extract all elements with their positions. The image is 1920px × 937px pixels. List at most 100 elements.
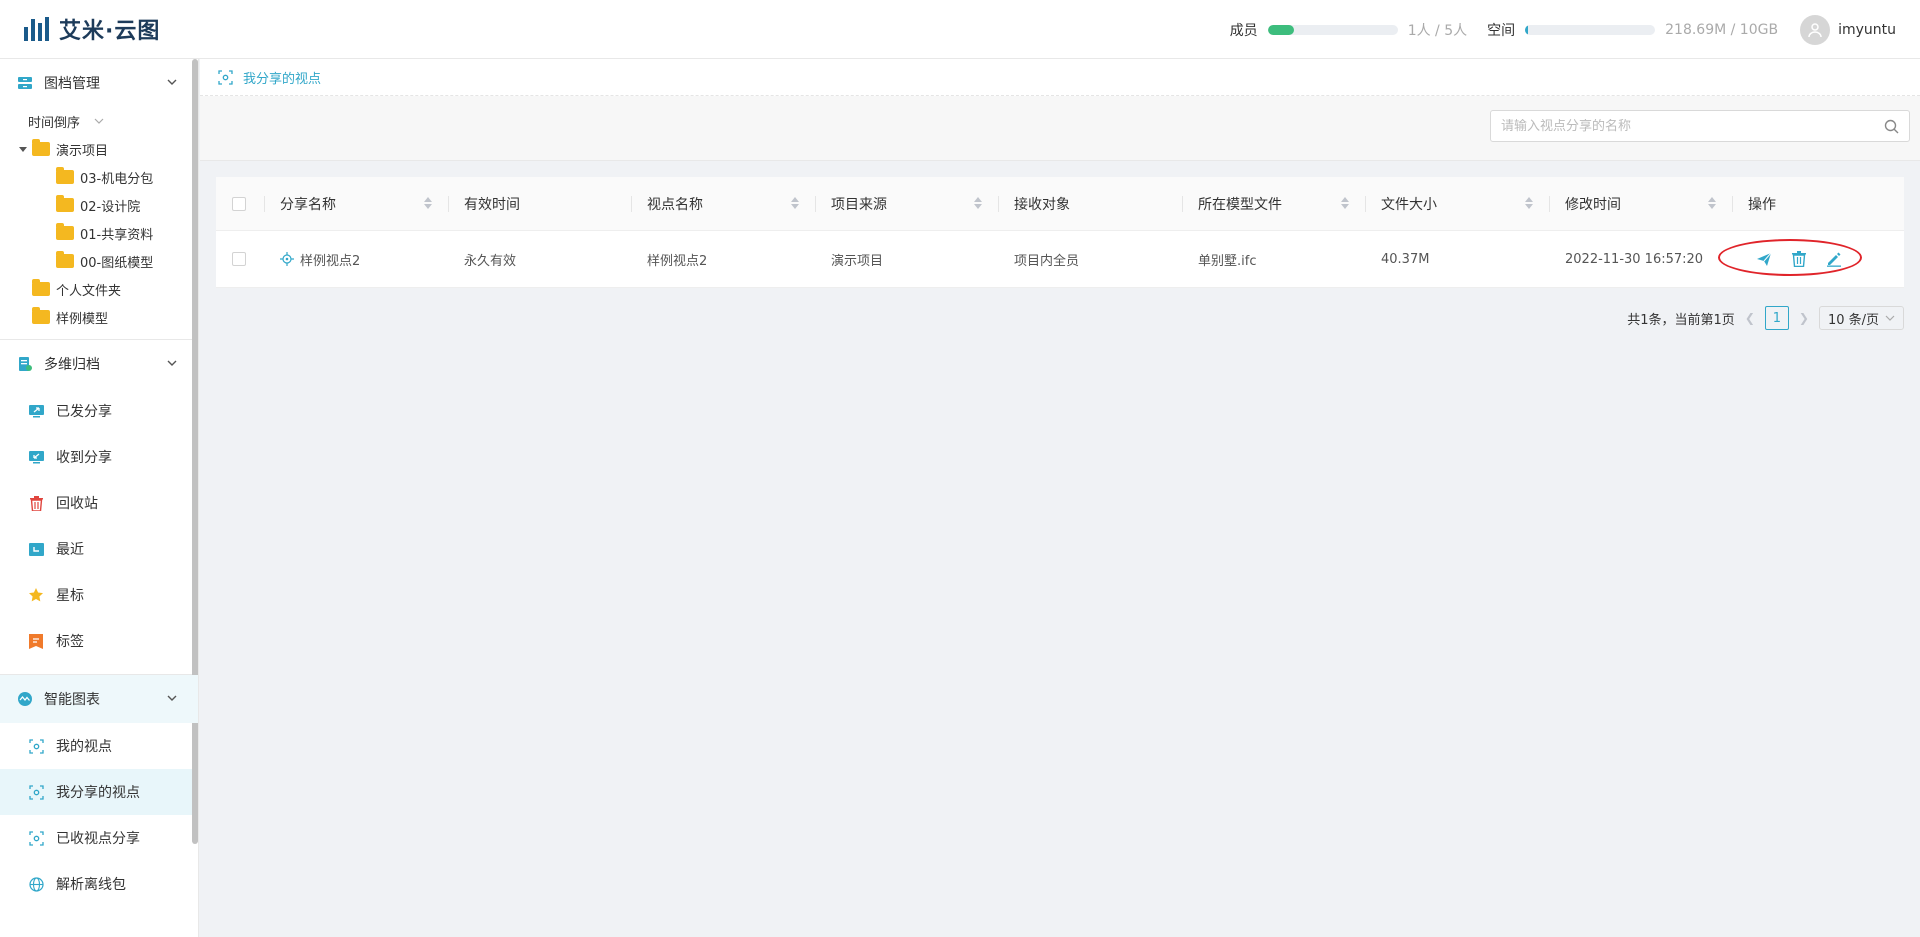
folder-icon <box>32 307 50 324</box>
top-header: 艾米·云图 成员 1人 / 5人 空间 218.69M / 10GB imyun… <box>0 0 1920 59</box>
tree-item-child[interactable]: 03-机电分包 <box>0 163 198 191</box>
chevron-down-icon <box>167 695 177 701</box>
tree-item-label: 演示项目 <box>56 143 109 159</box>
nav-item-label: 已收视点分享 <box>56 831 140 847</box>
space-progress-bar <box>1525 24 1656 35</box>
main-content: 我分享的视点 分享名称 有效时间 视点名称 项目来源 接收对象 所在模型文件 文… <box>200 59 1920 937</box>
nav-item-offline-package[interactable]: 解析离线包 <box>0 861 198 907</box>
table-row[interactable]: 样例视点2 永久有效 样例视点2 演示项目 项目内全员 单别墅.ifc 40.3… <box>216 231 1904 288</box>
tree-item-sibling[interactable]: 个人文件夹 <box>0 275 198 303</box>
nav-item-sent-shares[interactable]: 已发分享 <box>0 388 198 434</box>
folder-icon <box>56 223 74 240</box>
nav-item-label: 最近 <box>56 542 84 558</box>
row-select-cell <box>216 231 264 287</box>
chevron-down-icon <box>1885 315 1895 321</box>
next-page-icon[interactable]: ❯ <box>1799 311 1809 325</box>
column-label: 视点名称 <box>647 196 703 213</box>
column-header: 操作 <box>1732 177 1904 230</box>
globe-icon <box>28 876 44 892</box>
nav-item-my-shared-viewpoints[interactable]: 我分享的视点 <box>0 769 198 815</box>
brand-logo[interactable]: 艾米·云图 <box>24 13 160 45</box>
tree-item-label: 01-共享资料 <box>80 227 154 243</box>
column-header: 有效时间 <box>448 177 631 230</box>
select-all-checkbox[interactable] <box>232 196 246 211</box>
sort-select[interactable]: 时间倒序 <box>0 107 198 135</box>
search-box <box>1490 110 1910 142</box>
search-icon[interactable] <box>1884 119 1899 134</box>
tree-item-root[interactable]: 演示项目 <box>0 135 198 163</box>
tree-item-label: 个人文件夹 <box>56 283 122 299</box>
nav-item-starred[interactable]: 星标 <box>0 572 198 618</box>
sort-icon[interactable] <box>791 197 799 209</box>
sort-icon[interactable] <box>424 197 432 209</box>
column-label: 所在模型文件 <box>1198 196 1282 213</box>
sort-icon[interactable] <box>1708 197 1716 209</box>
tree-item-child[interactable]: 02-设计院 <box>0 191 198 219</box>
avatar[interactable] <box>1800 14 1831 45</box>
nav-item-received-viewpoints[interactable]: 已收视点分享 <box>0 815 198 861</box>
column-header[interactable]: 项目来源 <box>815 177 998 230</box>
nav-item-received-shares[interactable]: 收到分享 <box>0 434 198 480</box>
page-size-select[interactable]: 10 条/页 <box>1818 306 1904 330</box>
page-number[interactable]: 1 <box>1764 306 1789 330</box>
tree-item-child[interactable]: 00-图纸模型 <box>0 247 198 275</box>
nav-item-label: 回收站 <box>56 496 98 512</box>
members-count: 1人 / 5人 <box>1407 22 1468 39</box>
column-label: 文件大小 <box>1381 196 1437 213</box>
table-header: 分享名称 有效时间 视点名称 项目来源 接收对象 所在模型文件 文件大小 修改时… <box>216 177 1904 231</box>
group-archive-management[interactable]: 图档管理 <box>0 59 198 107</box>
nav-item-label: 标签 <box>56 634 84 650</box>
multi-archive-icon <box>16 355 34 373</box>
nav-item-recycle-bin[interactable]: 回收站 <box>0 480 198 526</box>
group-label: 智能图表 <box>44 692 100 708</box>
folder-icon <box>56 251 74 268</box>
nav-item-tags[interactable]: 标签 <box>0 618 198 664</box>
folder-icon <box>32 139 50 156</box>
sidebar-scrollbar[interactable] <box>192 59 198 844</box>
group-smart-charts[interactable]: 智能图表 <box>0 675 198 723</box>
row-checkbox[interactable] <box>232 252 246 266</box>
nav-item-label: 星标 <box>56 588 84 604</box>
share-name: 样例视点2 <box>300 253 361 269</box>
tree-item-label: 02-设计院 <box>80 199 141 215</box>
prev-page-icon[interactable]: ❮ <box>1745 311 1755 325</box>
user-icon <box>1808 22 1822 37</box>
column-header: 接收对象 <box>998 177 1182 230</box>
nav-item-label: 我的视点 <box>56 739 112 755</box>
project-source: 演示项目 <box>831 253 884 269</box>
column-header[interactable]: 修改时间 <box>1549 177 1732 230</box>
nav-item-label: 收到分享 <box>56 450 112 466</box>
share-received-icon <box>28 449 44 465</box>
nav-item-label: 解析离线包 <box>56 877 126 893</box>
folder-icon <box>56 167 74 184</box>
tree-item-child[interactable]: 01-共享资料 <box>0 219 198 247</box>
chevron-down-icon <box>94 118 104 124</box>
space-usage: 218.69M / 10GB <box>1665 21 1779 38</box>
search-input[interactable] <box>1501 118 1884 134</box>
viewpoint-share-table: 分享名称 有效时间 视点名称 项目来源 接收对象 所在模型文件 文件大小 修改时… <box>216 177 1904 288</box>
sort-icon[interactable] <box>1341 197 1349 209</box>
breadcrumb-current[interactable]: 我分享的视点 <box>243 68 321 87</box>
column-header[interactable]: 所在模型文件 <box>1182 177 1365 230</box>
sort-icon[interactable] <box>974 197 982 209</box>
column-header[interactable]: 文件大小 <box>1365 177 1549 230</box>
viewpoint-icon <box>28 830 44 846</box>
nav-item-my-viewpoints[interactable]: 我的视点 <box>0 723 198 769</box>
column-label: 操作 <box>1748 196 1776 213</box>
cell-model-file: 单别墅.ifc <box>1182 231 1365 287</box>
tree-item-sibling[interactable]: 样例模型 <box>0 303 198 331</box>
archive-icon <box>16 74 34 92</box>
column-header[interactable]: 视点名称 <box>631 177 815 230</box>
column-header[interactable]: 分享名称 <box>264 177 448 230</box>
nav-item-recent[interactable]: 最近 <box>0 526 198 572</box>
chevron-down-icon <box>167 360 177 366</box>
file-size: 40.37M <box>1381 251 1430 267</box>
cell-share-name[interactable]: 样例视点2 <box>264 231 448 287</box>
sort-icon[interactable] <box>1525 197 1533 209</box>
group-multi-archive[interactable]: 多维归档 <box>0 340 198 388</box>
pagination-summary: 共1条，当前第1页 <box>1627 312 1735 328</box>
modified-time: 2022-11-30 16:57:20 <box>1565 251 1704 267</box>
cell-modified-time: 2022-11-30 16:57:20 <box>1549 231 1732 287</box>
cell-viewpoint-name: 样例视点2 <box>631 231 815 287</box>
username[interactable]: imyuntu <box>1838 22 1896 38</box>
